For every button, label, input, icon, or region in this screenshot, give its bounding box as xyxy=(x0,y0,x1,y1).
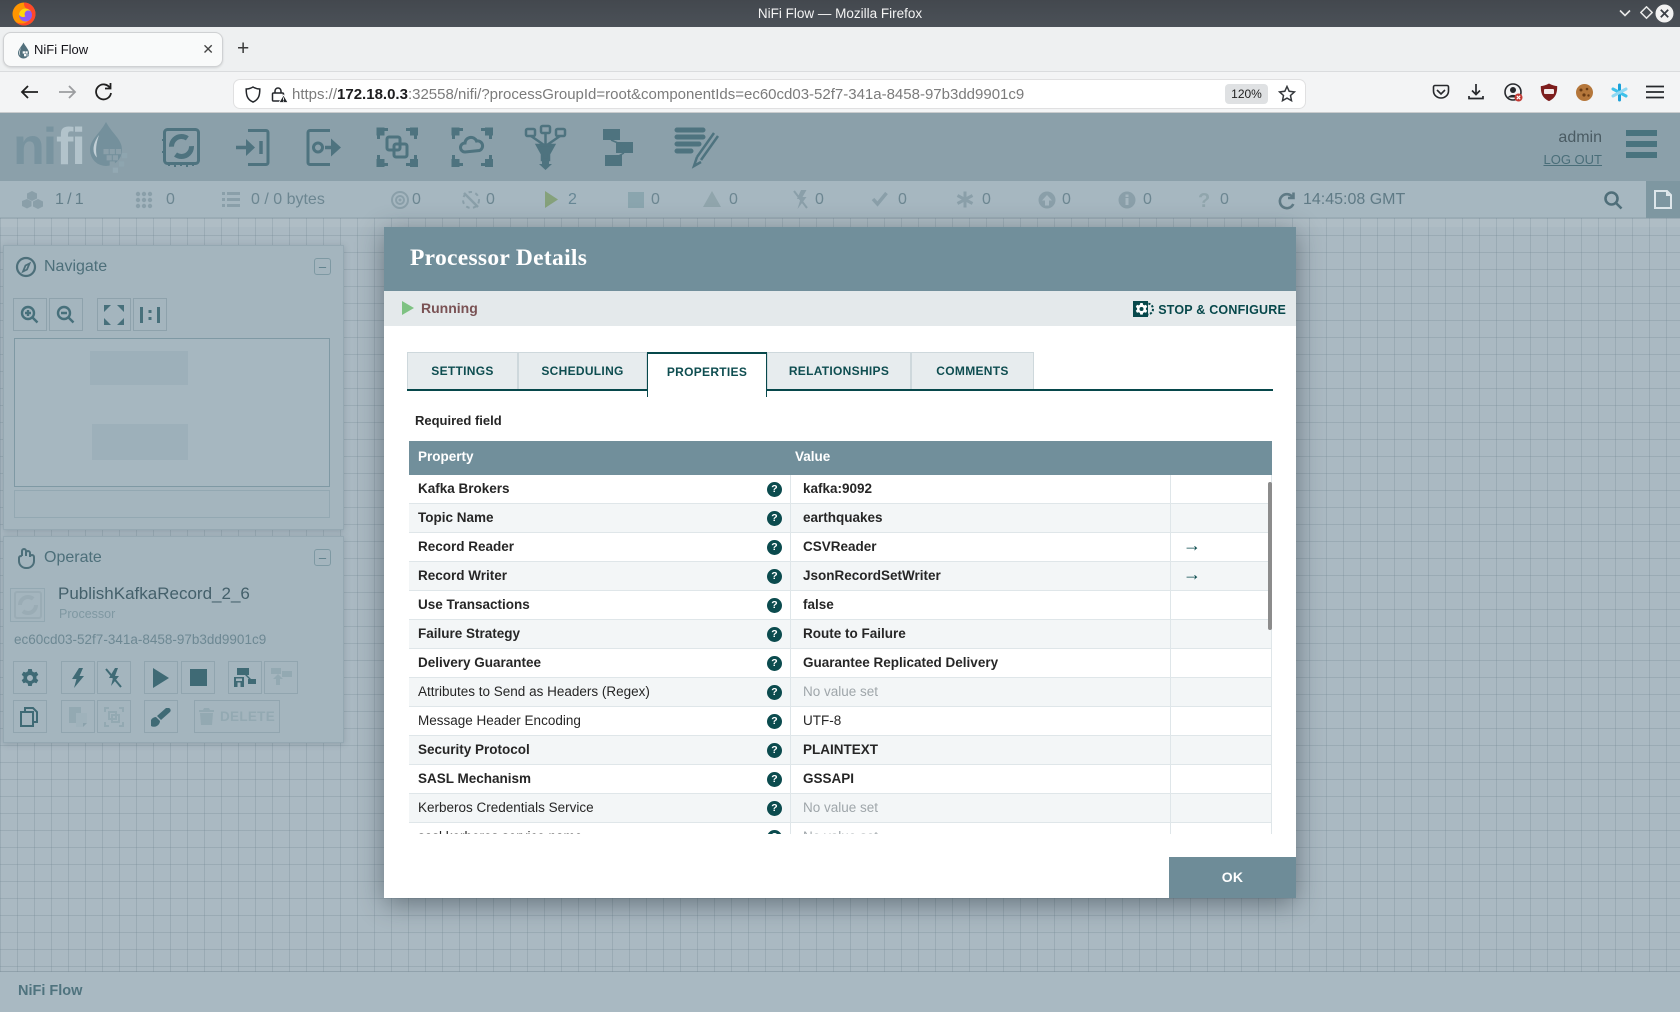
svg-text:ni: ni xyxy=(13,118,55,176)
svg-text:fi: fi xyxy=(56,118,84,176)
svg-text:?: ? xyxy=(1198,190,1210,212)
